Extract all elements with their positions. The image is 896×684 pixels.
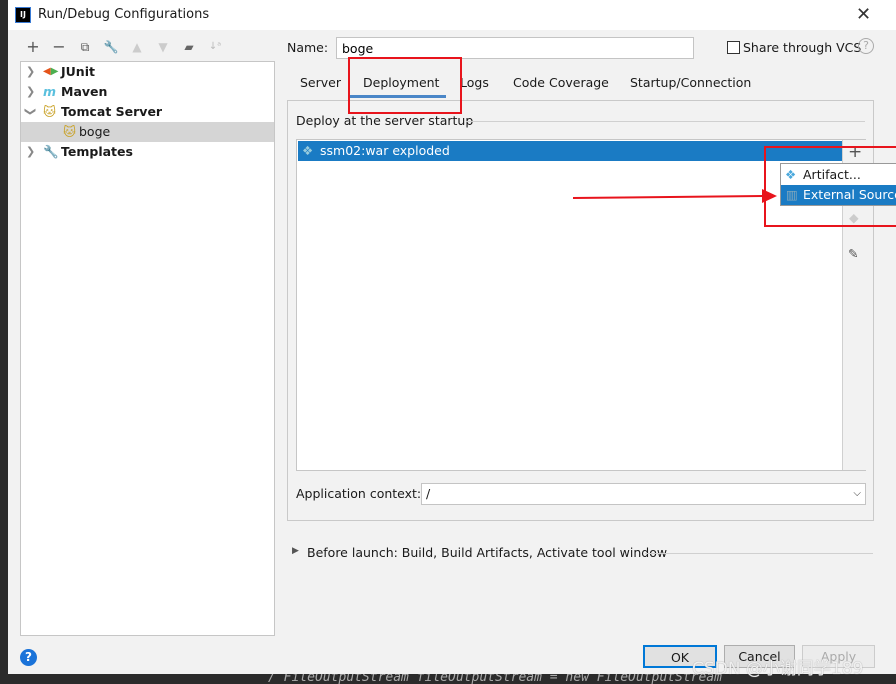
copy-icon[interactable]: ⧉ bbox=[77, 39, 93, 55]
tree-item-label: JUnit bbox=[61, 64, 95, 79]
chevron-right-icon[interactable]: ❯ bbox=[26, 62, 36, 82]
tree-item-boge[interactable]: 🐱 boge bbox=[21, 122, 274, 142]
divider bbox=[466, 121, 865, 122]
wrench-icon: 🔧 bbox=[43, 144, 59, 159]
tomcat-icon: 🐱 bbox=[43, 104, 57, 119]
divider bbox=[645, 553, 873, 554]
wrench-icon[interactable]: 🔧 bbox=[103, 39, 119, 55]
minus-icon[interactable]: − bbox=[51, 39, 67, 55]
chevron-right-icon[interactable]: ❯ bbox=[26, 82, 36, 102]
annotation-box bbox=[764, 146, 896, 227]
tree-item-junit[interactable]: ❯ ◀▶ JUnit bbox=[21, 62, 274, 82]
config-tree: ❯ ◀▶ JUnit ❯ m Maven ❯ 🐱 Tomcat Server 🐱… bbox=[20, 61, 275, 636]
tree-item-tomcat-server[interactable]: ❯ 🐱 Tomcat Server bbox=[21, 102, 274, 122]
tree-item-templates[interactable]: ❯ 🔧 Templates bbox=[21, 142, 274, 162]
edit-icon[interactable]: ✎ bbox=[848, 246, 858, 261]
share-vcs-label[interactable]: Share through VCS bbox=[743, 40, 861, 55]
tree-item-label: Templates bbox=[61, 144, 133, 159]
annotation-box bbox=[348, 57, 462, 114]
app-context-combobox[interactable]: / ⌵ bbox=[421, 483, 866, 505]
window-title: Run/Debug Configurations bbox=[38, 7, 210, 22]
tree-item-label: boge bbox=[79, 124, 111, 139]
tab-startup-connection[interactable]: Startup/Connection bbox=[630, 75, 751, 95]
chevron-down-icon[interactable]: ❯ bbox=[20, 107, 40, 117]
tree-item-label: Maven bbox=[61, 84, 108, 99]
app-context-label: Application context: bbox=[296, 486, 422, 501]
chevron-down-icon[interactable]: ⌵ bbox=[853, 484, 861, 504]
arrow-down-icon[interactable]: ▼ bbox=[155, 39, 171, 55]
list-item-label: ssm02:war exploded bbox=[320, 143, 450, 158]
tree-item-maven[interactable]: ❯ m Maven bbox=[21, 82, 274, 102]
watermark: CSDN @小谢同学189 bbox=[692, 659, 864, 679]
close-icon[interactable]: ✕ bbox=[856, 4, 871, 25]
help-icon[interactable]: ? bbox=[858, 38, 874, 54]
list-item[interactable]: ❖ ssm02:war exploded bbox=[298, 141, 842, 161]
share-vcs-checkbox[interactable] bbox=[727, 41, 740, 54]
chevron-right-icon[interactable]: ❯ bbox=[26, 142, 36, 162]
tree-item-label: Tomcat Server bbox=[61, 104, 163, 119]
title-bar: IJ Run/Debug Configurations ✕ bbox=[8, 0, 896, 30]
artifact-icon: ❖ bbox=[302, 143, 314, 158]
section-title: Deploy at the server startup bbox=[296, 113, 480, 128]
before-launch-label[interactable]: Before launch: Build, Build Artifacts, A… bbox=[307, 545, 667, 560]
tab-server[interactable]: Server bbox=[300, 75, 341, 95]
name-input[interactable] bbox=[336, 37, 694, 59]
tab-code-coverage[interactable]: Code Coverage bbox=[513, 75, 609, 95]
plus-icon[interactable]: + bbox=[25, 39, 41, 55]
annotation-arrow bbox=[572, 189, 777, 203]
tab-logs[interactable]: Logs bbox=[460, 75, 489, 95]
maven-icon: m bbox=[43, 84, 57, 99]
intellij-icon: IJ bbox=[15, 7, 31, 23]
name-label: Name: bbox=[287, 40, 329, 55]
app-context-value: / bbox=[426, 486, 431, 501]
junit-icon: ◀▶ bbox=[43, 66, 59, 77]
expand-triangle-icon[interactable]: ▶ bbox=[292, 546, 299, 556]
sort-az-icon[interactable]: ↓ᵃ bbox=[207, 39, 223, 55]
folder-add-icon[interactable]: ▰ bbox=[181, 39, 197, 55]
arrow-up-icon[interactable]: ▲ bbox=[129, 39, 145, 55]
tomcat-icon: 🐱 bbox=[63, 124, 77, 139]
help-icon[interactable]: ? bbox=[20, 649, 37, 666]
